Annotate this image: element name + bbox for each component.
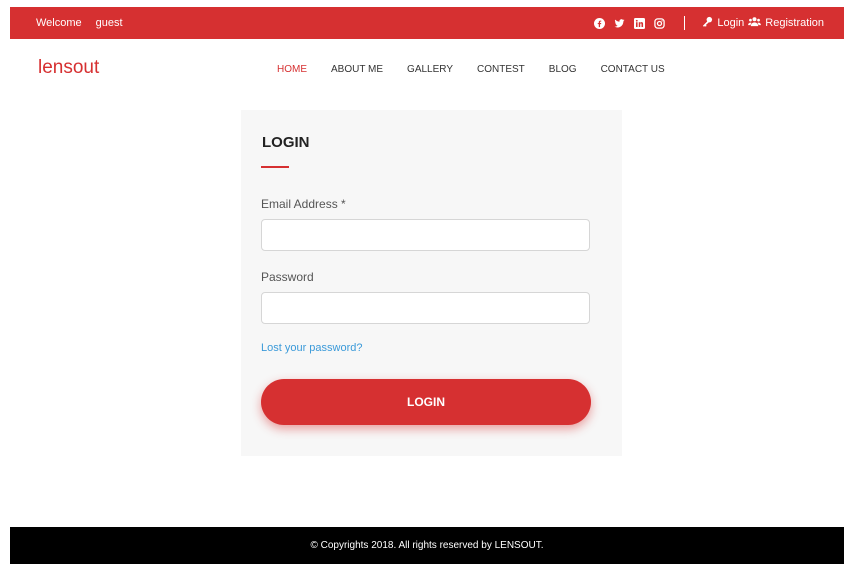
nav-item-blog[interactable]: BLOG xyxy=(549,64,577,75)
registration-link[interactable]: Registration xyxy=(748,16,824,30)
nav-item-contest[interactable]: CONTEST xyxy=(477,64,525,75)
instagram-icon[interactable] xyxy=(654,17,666,29)
top-bar-right: Login Registration xyxy=(594,16,824,30)
registration-link-label: Registration xyxy=(765,17,824,29)
twitter-icon[interactable] xyxy=(614,18,625,29)
page: Welcome guest Login Registration lensout… xyxy=(0,0,854,564)
key-icon xyxy=(702,16,713,30)
lost-password-link[interactable]: Lost your password? xyxy=(261,342,363,354)
divider xyxy=(684,16,686,30)
footer: © Copyrights 2018. All rights reserved b… xyxy=(10,527,844,564)
facebook-icon[interactable] xyxy=(594,17,606,29)
password-field[interactable] xyxy=(261,292,590,324)
login-button[interactable]: LOGIN xyxy=(261,379,591,425)
login-title: LOGIN xyxy=(262,134,310,151)
password-label: Password xyxy=(261,270,314,284)
nav-item-gallery[interactable]: GALLERY xyxy=(407,64,453,75)
site-logo[interactable]: lensout xyxy=(38,57,99,79)
linkedin-icon[interactable] xyxy=(634,17,646,29)
title-underline xyxy=(261,166,289,168)
nav-item-contact-us[interactable]: CONTACT US xyxy=(601,64,665,75)
welcome-text: Welcome xyxy=(36,17,82,29)
nav-item-home[interactable]: HOME xyxy=(277,64,307,75)
login-link[interactable]: Login xyxy=(702,16,744,30)
copyright-text: © Copyrights 2018. All rights reserved b… xyxy=(310,540,544,551)
username-text: guest xyxy=(95,17,123,29)
main-nav: HOME ABOUT ME GALLERY CONTEST BLOG CONTA… xyxy=(265,64,677,75)
nav-item-about-me[interactable]: ABOUT ME xyxy=(331,64,383,75)
login-link-label: Login xyxy=(717,17,745,29)
top-bar: Welcome guest Login Registration xyxy=(10,7,844,39)
users-icon xyxy=(748,16,762,30)
social-links xyxy=(594,17,666,29)
email-field[interactable] xyxy=(261,219,590,251)
email-label: Email Address * xyxy=(261,197,346,211)
